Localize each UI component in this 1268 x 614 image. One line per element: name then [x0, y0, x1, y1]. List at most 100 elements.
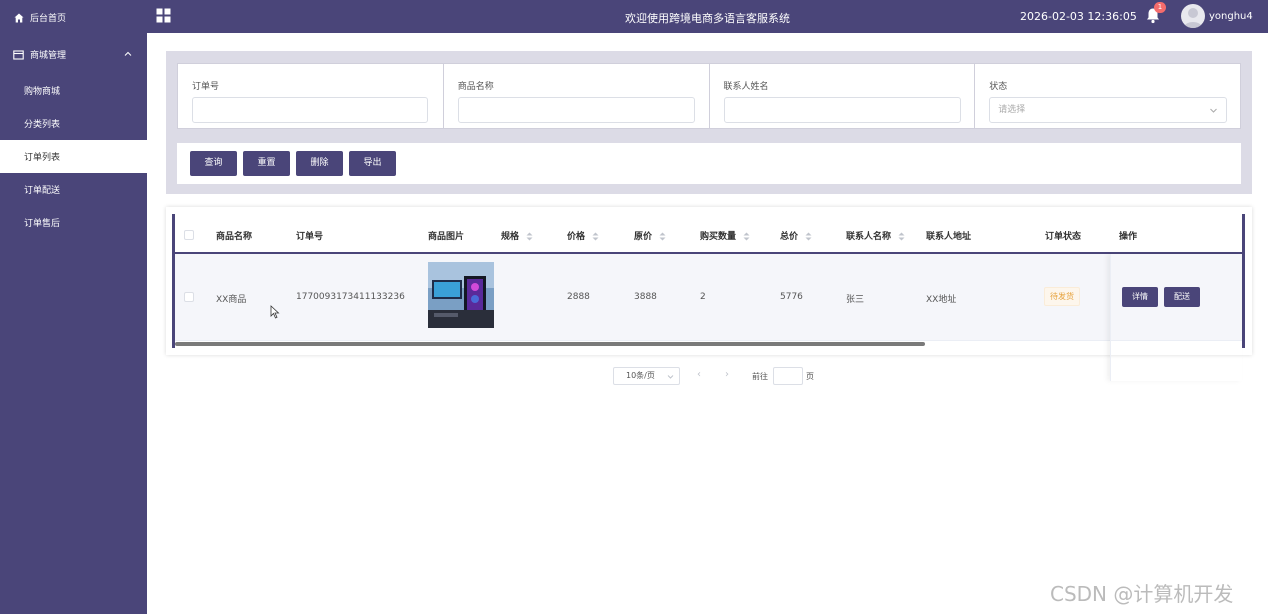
status-field: 状态 请选择: [975, 64, 1240, 128]
column-header-label: 购买数量: [700, 232, 737, 242]
contact-name-cell: 张三: [846, 295, 865, 305]
product-image[interactable]: [428, 262, 494, 328]
column-header-sortable[interactable]: 原价: [634, 229, 666, 242]
column-header: 订单号: [296, 232, 324, 242]
column-header-label: 总价: [780, 232, 799, 242]
watermark: CSDN @计算机开发: [1050, 582, 1234, 606]
delete-button[interactable]: 删除: [296, 151, 343, 176]
sort-icon[interactable]: [659, 232, 666, 241]
sidebar-item-label: 分类列表: [24, 120, 61, 130]
search-panel: 订单号 商品名称 联系人姓名 状态 请选择 查询 重置 删除 导出: [166, 51, 1252, 194]
page-label: 页: [806, 372, 814, 381]
row-checkbox[interactable]: [184, 292, 194, 302]
sidebar-item-label: 订单列表: [24, 153, 61, 163]
column-header: 商品名称: [216, 232, 253, 242]
detail-button[interactable]: 详情: [1122, 287, 1158, 307]
product-name-input[interactable]: [457, 97, 695, 123]
order-no-field: 订单号: [178, 64, 444, 128]
table-panel: 商品名称 订单号 商品图片 规格 价格 原价 购买数量 总价 联系人名称 联系人…: [166, 207, 1252, 381]
sidebar-item-label: 购物商城: [24, 87, 61, 97]
sidebar-item-shopping-mall[interactable]: 购物商城: [0, 74, 147, 107]
table-header: 商品名称 订单号 商品图片 规格 价格 原价 购买数量 总价 联系人名称 联系人…: [175, 214, 1242, 254]
mouse-cursor-icon: [270, 305, 280, 319]
order-table: 商品名称 订单号 商品图片 规格 价格 原价 购买数量 总价 联系人名称 联系人…: [172, 214, 1245, 381]
status-select[interactable]: 请选择: [989, 97, 1228, 123]
column-header: 商品图片: [428, 232, 465, 242]
sidebar-item-order-aftersale[interactable]: 订单售后: [0, 206, 147, 239]
total-cell: 5776: [780, 292, 803, 302]
chevron-down-icon: [1210, 108, 1218, 113]
original-price-cell: 3888: [634, 292, 657, 302]
search-fields: 订单号 商品名称 联系人姓名 状态 请选择: [177, 63, 1241, 129]
product-name-field: 商品名称: [444, 64, 710, 128]
contact-address-cell: XX地址: [926, 295, 957, 305]
shop-icon: [13, 49, 24, 60]
column-header-label: 原价: [634, 232, 653, 242]
next-page-icon[interactable]: ›: [722, 369, 732, 381]
field-label: 状态: [989, 82, 1008, 92]
page-size-value: 10条/页: [626, 371, 655, 380]
sort-icon[interactable]: [898, 232, 905, 241]
home-icon: [13, 12, 24, 23]
sidebar-group-label: 商城管理: [30, 51, 67, 61]
order-no-input[interactable]: [192, 97, 428, 123]
column-header: 操作: [1119, 232, 1138, 242]
product-name-cell: XX商品: [216, 295, 247, 305]
column-header-label: 规格: [501, 232, 520, 242]
column-header: 联系人地址: [926, 232, 972, 242]
sidebar-item-label: 后台首页: [30, 14, 67, 24]
action-buttons: 查询 重置 删除 导出: [177, 143, 1241, 184]
sort-icon[interactable]: [526, 232, 533, 241]
contact-name-field: 联系人姓名: [710, 64, 976, 128]
sidebar: 后台首页 商城管理 购物商城 分类列表 订单列表 订单配送 订单售后: [0, 0, 147, 614]
column-header-sortable[interactable]: 购买数量: [700, 229, 750, 242]
page-size-select[interactable]: 10条/页: [613, 367, 680, 385]
reset-button[interactable]: 重置: [243, 151, 290, 176]
goto-label: 前往: [752, 372, 768, 381]
goto-page-input[interactable]: [773, 367, 803, 385]
contact-name-input[interactable]: [723, 97, 961, 123]
sidebar-item-label: 订单售后: [24, 219, 61, 229]
column-header-label: 联系人名称: [846, 232, 892, 242]
sort-icon[interactable]: [592, 232, 599, 241]
export-button[interactable]: 导出: [349, 151, 396, 176]
quantity-cell: 2: [700, 292, 706, 302]
operations-cell: 详情 配送: [1110, 254, 1242, 381]
username[interactable]: yonghu4: [1209, 11, 1253, 22]
prev-page-icon[interactable]: ‹: [694, 369, 704, 381]
chevron-down-icon: [667, 375, 674, 379]
field-label: 商品名称: [457, 82, 494, 92]
query-button[interactable]: 查询: [190, 151, 237, 176]
column-header-sortable[interactable]: 总价: [780, 229, 812, 242]
product-thumbnail: [428, 262, 494, 328]
sidebar-item-category-list[interactable]: 分类列表: [0, 107, 147, 140]
field-label: 订单号: [192, 82, 220, 92]
table-row[interactable]: XX商品 1770093173411133236 2888 3888 2 577…: [175, 254, 1242, 381]
sort-icon[interactable]: [805, 232, 812, 241]
deliver-button[interactable]: 配送: [1164, 287, 1200, 307]
select-all-checkbox[interactable]: [184, 230, 194, 240]
sidebar-item-order-list[interactable]: 订单列表: [0, 140, 147, 173]
status-badge: 待发货: [1044, 287, 1080, 306]
column-header-sortable[interactable]: 规格: [501, 229, 533, 242]
order-no-cell: 1770093173411133236: [296, 292, 405, 302]
notification-badge: 1: [1154, 2, 1166, 13]
status-placeholder: 请选择: [998, 105, 1026, 115]
column-header-label: 价格: [567, 232, 586, 242]
sort-icon[interactable]: [743, 232, 750, 241]
sidebar-group-mall[interactable]: 商城管理: [0, 38, 147, 71]
field-label: 联系人姓名: [723, 82, 769, 92]
column-header-sortable[interactable]: 价格: [567, 229, 599, 242]
avatar[interactable]: [1181, 4, 1205, 28]
price-cell: 2888: [567, 292, 590, 302]
header-datetime: 2026-02-03 12:36:05: [1020, 10, 1137, 23]
column-header-sortable[interactable]: 联系人名称: [846, 229, 905, 242]
top-header: 欢迎使用跨境电商多语言客服系统 2026-02-03 12:36:05 1 yo…: [147, 0, 1268, 33]
chevron-up-icon: [124, 51, 132, 56]
column-header: 订单状态: [1045, 232, 1082, 242]
sidebar-item-home[interactable]: 后台首页: [0, 1, 147, 34]
horizontal-scrollbar[interactable]: [175, 342, 925, 346]
sidebar-item-order-delivery[interactable]: 订单配送: [0, 173, 147, 206]
user-icon: [1184, 8, 1202, 28]
sidebar-item-label: 订单配送: [24, 186, 61, 196]
